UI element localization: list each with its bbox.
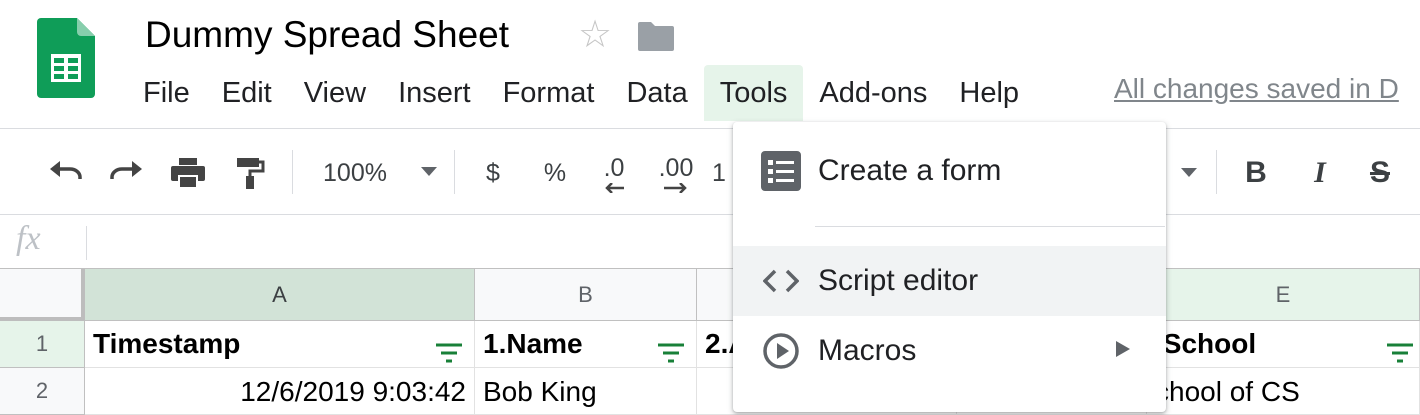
cell-a2[interactable]: 12/6/2019 9:03:42 (85, 368, 475, 415)
toolbar-separator (1216, 150, 1217, 194)
save-status-link[interactable]: All changes saved in D (1114, 73, 1399, 105)
menu-item-label: Script editor (818, 264, 979, 297)
menu-insert[interactable]: Insert (382, 65, 487, 121)
increase-decimal-label: .00 (658, 153, 694, 182)
filter-icon[interactable] (436, 338, 462, 363)
caret-down-icon[interactable] (1176, 151, 1202, 195)
document-title[interactable]: Dummy Spread Sheet (145, 14, 509, 56)
strikethrough-button[interactable]: S (1362, 151, 1398, 195)
print-icon[interactable] (168, 151, 208, 195)
folder-icon[interactable] (637, 20, 675, 52)
cell-b1-text: 1.Name (483, 328, 583, 359)
increase-decimal-button[interactable]: .00 (654, 151, 698, 195)
menu-item-label: Create a form (818, 154, 1002, 187)
menu-tools[interactable]: Tools (703, 65, 804, 121)
menu-addons[interactable]: Add-ons (803, 65, 943, 121)
zoom-select[interactable]: 100% (318, 151, 442, 195)
column-header-b[interactable]: B (475, 269, 697, 321)
paint-format-icon[interactable] (232, 151, 268, 195)
tools-dropdown-menu: Create a form Script editor Macros (733, 122, 1166, 412)
percent-format-button[interactable]: % (538, 151, 572, 195)
bold-button[interactable]: B (1238, 151, 1274, 195)
arrow-right-icon (664, 182, 687, 193)
menu-item-label: Macros (818, 334, 917, 367)
cell-a1-text: Timestamp (93, 328, 241, 359)
row-header-1[interactable]: 1 (0, 321, 85, 368)
undo-icon[interactable] (46, 151, 86, 195)
filter-icon[interactable] (1387, 338, 1413, 363)
toolbar-divider (0, 214, 1420, 215)
menu-separator (815, 226, 1165, 227)
menu-help[interactable]: Help (943, 65, 1035, 121)
decrease-decimal-label: .0 (603, 153, 625, 182)
select-all-corner[interactable] (0, 269, 85, 321)
caret-down-icon (420, 164, 437, 182)
filter-icon[interactable] (658, 338, 684, 363)
code-icon (761, 261, 801, 301)
currency-format-button[interactable]: $ (478, 151, 508, 195)
column-header-a[interactable]: A (85, 269, 475, 321)
more-formats-button[interactable]: 1 (712, 151, 732, 195)
redo-icon[interactable] (106, 151, 146, 195)
cell-b2[interactable]: Bob King (475, 368, 697, 415)
menu-edit[interactable]: Edit (206, 65, 288, 121)
menu-view[interactable]: View (288, 65, 382, 121)
cell-e2[interactable]: chool of CS (1147, 368, 1420, 415)
sheets-logo-icon[interactable] (37, 18, 95, 98)
column-header-e[interactable]: E (1147, 269, 1420, 321)
italic-button[interactable]: I (1302, 151, 1338, 195)
submenu-arrow-icon (1116, 340, 1130, 362)
menu-item-script-editor[interactable]: Script editor (733, 246, 1166, 316)
menu-bar: File Edit View Insert Format Data Tools … (127, 64, 1035, 122)
cell-e1-text: .School (1155, 328, 1257, 359)
menu-format[interactable]: Format (487, 65, 611, 121)
arrow-left-icon (605, 182, 624, 193)
toolbar-separator (454, 150, 455, 194)
cell-a1[interactable]: Timestamp (85, 321, 475, 368)
menu-item-macros[interactable]: Macros (733, 316, 1166, 386)
star-icon[interactable]: ☆ (578, 16, 612, 54)
menu-data[interactable]: Data (610, 65, 703, 121)
play-circle-icon (761, 331, 801, 371)
zoom-value: 100% (323, 158, 387, 187)
toolbar (0, 129, 1420, 215)
form-icon (761, 151, 801, 191)
toolbar-separator (292, 150, 293, 194)
menu-file[interactable]: File (127, 65, 206, 121)
cell-e1[interactable]: .School (1147, 321, 1420, 368)
fx-icon: fx (16, 220, 41, 257)
menu-item-create-form[interactable]: Create a form (733, 136, 1166, 206)
decrease-decimal-button[interactable]: .0 (592, 151, 636, 195)
formula-separator (86, 226, 87, 260)
row-header-2[interactable]: 2 (0, 368, 85, 415)
cell-b1[interactable]: 1.Name (475, 321, 697, 368)
